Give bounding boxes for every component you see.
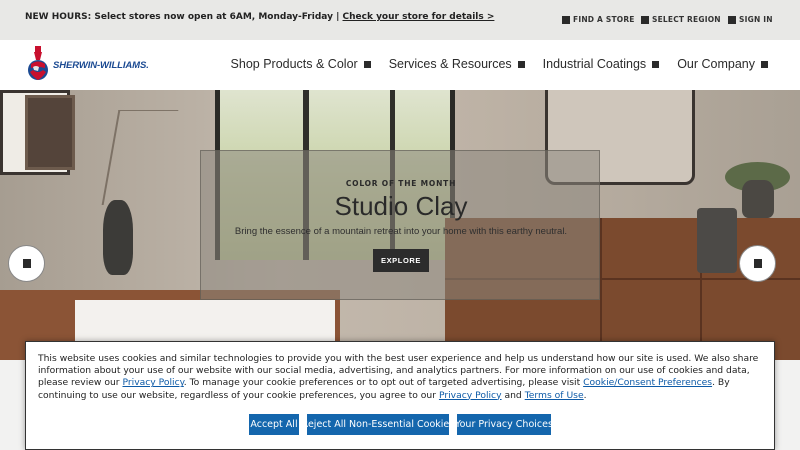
cookie-message: This website uses cookies and similar te… (38, 353, 760, 402)
cookie-text: . To manage your cookie preferences or t… (183, 377, 584, 389)
reject-non-essential-button[interactable]: Reject All Non-Essential Cookies (302, 414, 454, 435)
nav-shop-products-color[interactable]: Shop Products & Color (231, 57, 371, 71)
wall-art-frame-image (25, 95, 75, 170)
vase-image (103, 200, 133, 275)
site-header: SHERWIN-WILLIAMS. Shop Products & Color … (0, 40, 800, 90)
cookie-text: and (501, 389, 525, 401)
find-store-label: FIND A STORE (573, 15, 635, 24)
announcement-banner: NEW HOURS: Select stores now open at 6AM… (25, 12, 494, 22)
hero-title: Studio Clay (334, 191, 468, 221)
privacy-choices-button[interactable]: Your Privacy Choices (455, 414, 553, 435)
cover-the-earth-logo-icon (28, 46, 48, 80)
terms-of-use-link[interactable]: Terms of Use (525, 390, 584, 401)
brand-wordmark: SHERWIN-WILLIAMS. (53, 59, 149, 71)
hero-eyebrow: COLOR OF THE MONTH (345, 179, 457, 188)
nav-label: Our Company (677, 57, 755, 71)
cookie-text: . (583, 389, 587, 401)
hero-carousel: COLOR OF THE MONTH Studio Clay Bring the… (0, 90, 800, 360)
hero-subtitle: Bring the essence of a mountain retreat … (234, 226, 568, 237)
user-icon (728, 15, 736, 24)
color-of-month-card: COLOR OF THE MONTH Studio Clay Bring the… (200, 150, 600, 300)
nav-label: Industrial Coatings (542, 57, 647, 71)
chevron-down-icon (517, 60, 525, 68)
utility-bar: NEW HOURS: Select stores now open at 6AM… (0, 0, 800, 40)
vanity-drawer-line (600, 218, 602, 360)
store-icon (562, 15, 570, 24)
brand-logo[interactable]: SHERWIN-WILLIAMS. (26, 46, 166, 84)
carousel-next-button[interactable] (739, 245, 776, 282)
plant-pot-image (742, 180, 774, 218)
cookie-consent-banner: This website uses cookies and similar te… (25, 341, 775, 450)
nav-label: Services & Resources (388, 57, 512, 71)
find-store-link[interactable]: FIND A STORE (562, 15, 635, 24)
globe-icon (641, 15, 649, 24)
chevron-down-icon (652, 60, 660, 68)
nav-industrial-coatings[interactable]: Industrial Coatings (543, 57, 660, 71)
privacy-policy-link[interactable]: Privacy Policy (439, 390, 502, 401)
towel-image (697, 208, 737, 273)
chevron-down-icon (363, 60, 371, 68)
store-details-link[interactable]: Check your store for details > (343, 12, 495, 22)
nav-services-resources[interactable]: Services & Resources (389, 57, 525, 71)
select-region-label: SELECT REGION (652, 15, 721, 24)
chevron-left-icon (22, 259, 31, 268)
chevron-down-icon (761, 60, 768, 68)
nav-our-company[interactable]: Our Company (677, 57, 768, 71)
sign-in-label: SIGN IN (739, 15, 773, 24)
explore-button[interactable]: EXPLORE (373, 249, 429, 272)
accept-all-button[interactable]: Accept All (249, 414, 299, 435)
nav-label: Shop Products & Color (230, 57, 358, 71)
privacy-policy-link[interactable]: Privacy Policy (122, 377, 183, 388)
select-region-link[interactable]: SELECT REGION (641, 15, 721, 24)
main-nav: Shop Products & Color Services & Resourc… (231, 57, 768, 71)
announcement-text: NEW HOURS: Select stores now open at 6AM… (25, 12, 343, 22)
sign-in-link[interactable]: SIGN IN (728, 15, 773, 24)
chevron-right-icon (753, 259, 762, 268)
carousel-prev-button[interactable] (8, 245, 45, 282)
cookie-consent-preferences-link[interactable]: Cookie/Consent Preferences (583, 377, 712, 388)
